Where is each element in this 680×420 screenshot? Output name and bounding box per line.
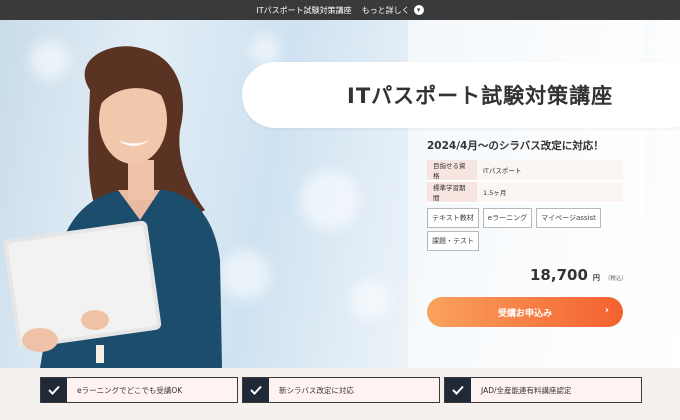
feature-label: 新シラバス改定に対応 (279, 385, 354, 395)
feature-item: 新シラバス改定に対応 (242, 377, 440, 403)
more-details-label: もっと詳しく (361, 5, 410, 15)
course-feature-tags: テキスト教材 eラーニング マイページassist 課題・テスト (427, 208, 627, 251)
checkmark-icon (41, 378, 67, 402)
tag-textbook: テキスト教材 (427, 208, 479, 228)
more-details-link[interactable]: もっと詳しく ▾ (362, 5, 424, 16)
bokeh-light (350, 280, 390, 320)
info-key: 目指せる資格 (427, 160, 477, 182)
info-value: 1.5ヶ月 (477, 181, 623, 204)
topbar-title: ITパスポート試験対策講座 (256, 5, 352, 15)
syllabus-notice: 2024/4月〜のシラバス改定に対応！ (427, 140, 604, 152)
tag-elearning: eラーニング (482, 208, 533, 228)
info-row: 目指せる資格 ITパスポート (427, 160, 623, 182)
top-announcement-bar: ITパスポート試験対策講座 もっと詳しく ▾ (0, 0, 680, 20)
bokeh-light (650, 20, 680, 60)
apply-button-label: 受講お申込み (497, 308, 552, 319)
checkmark-icon (243, 378, 269, 402)
feature-item: JAD/全産能連有料講座認定 (444, 377, 642, 403)
feature-label: JAD/全産能連有料講座認定 (481, 385, 572, 395)
woman-with-laptop-photo (3, 46, 222, 368)
info-value: ITパスポート (477, 160, 623, 182)
chevron-right-icon: › (604, 305, 609, 316)
tag-assignments-tests: 課題・テスト (427, 231, 479, 251)
course-title: ITパスポート試験対策講座 (347, 84, 614, 108)
info-row: 標準学習期間 1.5ヶ月 (427, 181, 623, 204)
tag-mypage-assist: マイページassist (536, 208, 601, 228)
checkmark-icon (445, 378, 471, 402)
chevron-down-icon: ▾ (413, 5, 424, 15)
feature-label: eラーニングでどこでも受講OK (77, 385, 183, 395)
feature-item: eラーニングでどこでも受講OK (40, 377, 238, 403)
feature-highlights: eラーニングでどこでも受講OK 新シラバス改定に対応 JAD/全産能連有料講座認… (0, 368, 680, 420)
course-title-pill: ITパスポート試験対策講座 (242, 62, 680, 128)
apply-button[interactable]: 受講お申込み › (427, 297, 623, 327)
course-price: 18,700 円 （税込） (530, 266, 627, 284)
price-amount: 18,700 (530, 266, 588, 284)
course-info-table: 目指せる資格 ITパスポート 標準学習期間 1.5ヶ月 (427, 160, 623, 204)
price-tax-note: （税込） (604, 276, 627, 282)
price-unit: 円 (592, 274, 600, 282)
bokeh-light (300, 170, 360, 230)
bokeh-light (250, 35, 280, 65)
info-key: 標準学習期間 (427, 181, 477, 204)
